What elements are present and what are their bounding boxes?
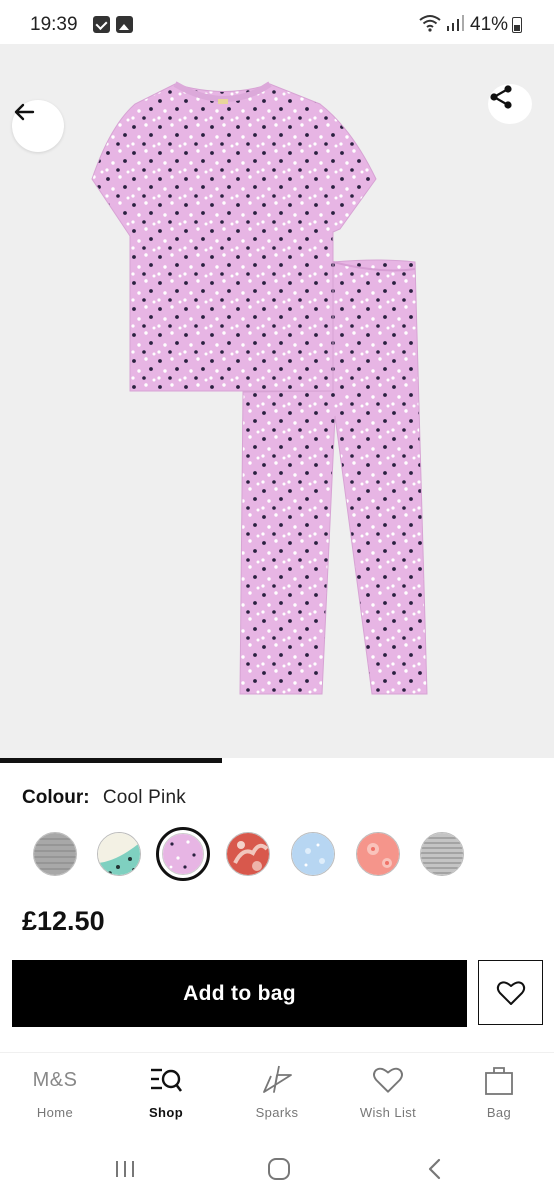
nav-bag[interactable]: Bag	[454, 1063, 544, 1120]
home-icon	[268, 1158, 290, 1180]
product-price: £12.50	[22, 906, 105, 936]
nav-home-label: Home	[36, 1105, 74, 1120]
chevron-left-icon	[428, 1158, 441, 1180]
colour-selection-heading: Colour: Cool Pink	[22, 787, 186, 809]
add-to-bag-button[interactable]: Add to bag	[12, 960, 467, 1027]
colour-swatch-red-floral[interactable]	[226, 832, 270, 876]
share-button[interactable]	[488, 84, 532, 124]
add-to-wishlist-button[interactable]	[478, 960, 543, 1025]
wifi-icon	[419, 15, 441, 32]
system-navigation-bar	[0, 1136, 554, 1200]
colour-swatch-blue-print[interactable]	[291, 832, 335, 876]
product-image	[91, 81, 428, 695]
gallery-notification-icon	[116, 16, 133, 33]
colour-value: Cool Pink	[102, 787, 186, 808]
colour-swatch-grey-stripe-2[interactable]	[420, 832, 464, 876]
colour-swatch-cool-pink[interactable]	[156, 827, 210, 881]
nav-sparks[interactable]: Sparks	[232, 1063, 322, 1120]
status-time: 19:39	[30, 14, 78, 35]
checkbox-notification-icon	[93, 16, 110, 33]
product-image-gallery[interactable]	[0, 44, 554, 758]
share-icon	[490, 85, 512, 109]
nav-sparks-label: Sparks	[255, 1105, 299, 1120]
bag-icon	[485, 1067, 513, 1095]
nav-shop[interactable]: Shop	[121, 1063, 211, 1120]
image-gallery-progress	[0, 758, 554, 763]
recent-apps-button[interactable]	[95, 1154, 155, 1184]
heart-icon	[373, 1067, 403, 1093]
battery-percentage: 41%	[470, 14, 509, 35]
nav-wish-list[interactable]: Wish List	[343, 1063, 433, 1120]
system-back-button[interactable]	[404, 1154, 464, 1184]
nav-home[interactable]: M&S Home	[10, 1063, 100, 1121]
ms-logo-icon: M&S	[32, 1068, 78, 1091]
star-icon	[263, 1065, 292, 1093]
nav-shop-label: Shop	[148, 1105, 184, 1120]
colour-swatch-grey-stripe[interactable]	[33, 832, 77, 876]
nav-wish-list-label: Wish List	[359, 1105, 417, 1120]
arrow-left-icon	[14, 103, 35, 121]
back-button[interactable]	[12, 100, 64, 152]
home-button[interactable]	[249, 1154, 309, 1184]
image-gallery-progress-fill	[0, 758, 222, 763]
nav-bag-label: Bag	[486, 1105, 512, 1120]
status-bar: 19:39 41%	[0, 0, 554, 44]
pyjama-top	[91, 83, 377, 392]
colour-label: Colour:	[22, 787, 90, 808]
bottom-navigation: M&S Home Shop Sparks Wish List Bag	[0, 1052, 554, 1136]
battery-icon	[512, 17, 522, 33]
shop-search-icon	[151, 1068, 183, 1092]
colour-swatch-mint-print[interactable]	[97, 832, 141, 876]
heart-icon	[496, 980, 525, 1005]
recent-apps-icon	[116, 1161, 134, 1177]
colour-swatch-coral-floral[interactable]	[356, 832, 400, 876]
signal-icon	[447, 15, 464, 31]
